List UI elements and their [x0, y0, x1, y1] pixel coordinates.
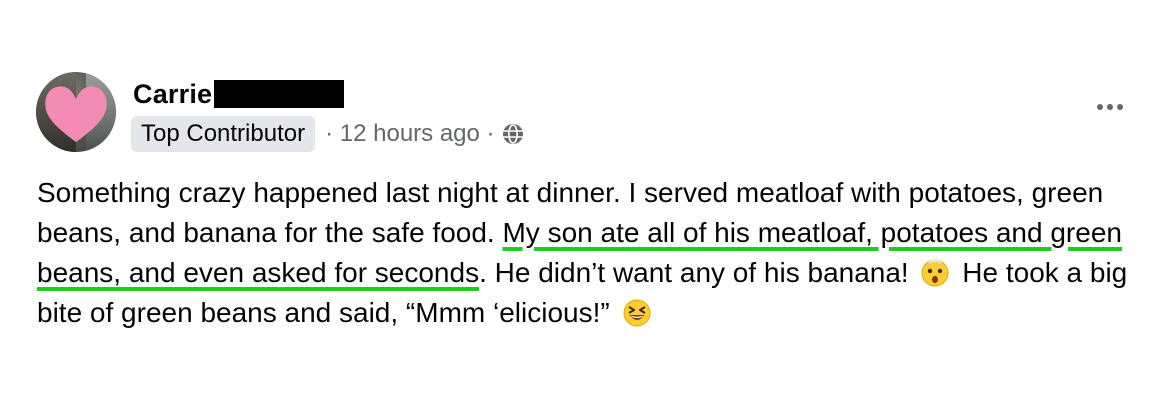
avatar[interactable] [36, 72, 116, 152]
author-name[interactable]: Carrie [133, 79, 212, 110]
post-text: Something crazy happened last night at d… [37, 173, 1157, 333]
shocked-face-emoji-icon [921, 259, 949, 287]
more-options-button[interactable] [1090, 92, 1130, 122]
more-options-icon [1097, 104, 1103, 110]
post-text-part: . He didn’t want any of his banana! [479, 257, 917, 288]
post-timestamp[interactable]: · 12 hours ago · [325, 120, 494, 148]
post-meta: Top Contributor · 12 hours ago · [131, 115, 525, 153]
facebook-post: Carrie Top Contributor · 12 hours ago · … [0, 0, 1170, 400]
globe-icon [502, 124, 523, 144]
heart-sticker-icon [45, 86, 107, 142]
redaction-bar [214, 80, 345, 108]
author-row: Carrie [133, 78, 345, 110]
grinning-squinting-face-emoji-icon [623, 299, 650, 327]
top-contributor-badge[interactable]: Top Contributor [131, 116, 316, 152]
